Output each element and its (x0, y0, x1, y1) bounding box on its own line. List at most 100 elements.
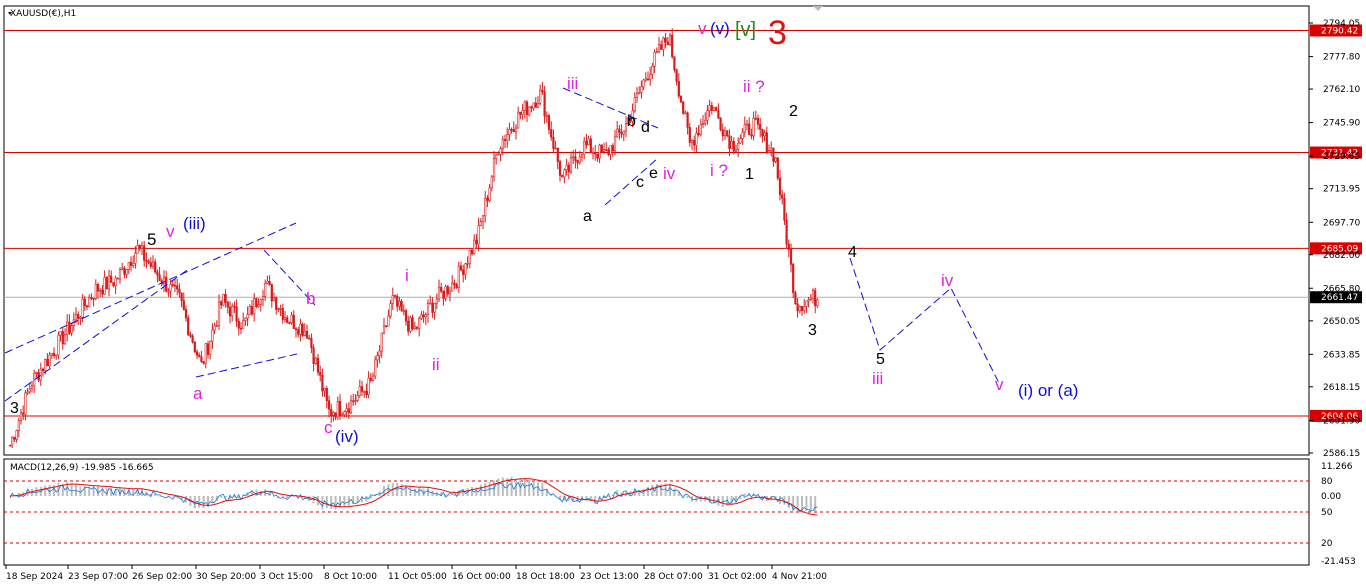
wave-label: iv (941, 271, 954, 290)
candle-body (336, 401, 339, 418)
candle-body (545, 115, 548, 117)
candle-body (662, 37, 665, 50)
price-tick-label: 2682.00 (1323, 251, 1360, 261)
candle-body (121, 267, 124, 270)
candle-body (99, 289, 102, 292)
candle-body (811, 290, 815, 300)
candle-body (50, 352, 53, 356)
candle-body (770, 147, 773, 151)
candle-body (576, 160, 579, 164)
candle-body (116, 277, 119, 280)
candle-body (217, 301, 221, 326)
candle-body (345, 408, 348, 412)
candle-body (162, 276, 166, 285)
candle-body (464, 263, 467, 275)
candle-body (94, 284, 97, 299)
candle-body (105, 277, 108, 290)
candle-body (261, 296, 265, 300)
candle-body (541, 89, 544, 93)
candle-body (429, 302, 432, 305)
candle-body (11, 437, 14, 446)
candle-body (189, 334, 192, 337)
candle-body (468, 249, 471, 264)
candle-body (145, 260, 148, 262)
candle-body (477, 225, 480, 245)
candle-body (283, 317, 287, 320)
candle-body (664, 37, 667, 43)
candle-body (24, 392, 27, 415)
candle-body (530, 106, 533, 109)
wave-label: (v) (710, 19, 730, 38)
candle-body (195, 351, 199, 356)
candle-body (59, 331, 62, 336)
candle-body (224, 294, 227, 303)
candle-body (596, 153, 599, 159)
candle-body (367, 377, 370, 396)
candle-body (635, 93, 639, 98)
candle-body (536, 103, 540, 108)
candle-body (17, 420, 20, 431)
candle-body (279, 307, 282, 310)
candle-body (717, 110, 720, 119)
candle-body (365, 390, 368, 396)
candle-body (673, 56, 676, 71)
price-tick-label: 2762.10 (1323, 85, 1360, 95)
candle-body (622, 130, 625, 135)
candle-body (136, 245, 139, 254)
candle-body (411, 317, 414, 329)
candle-body (580, 154, 584, 158)
candle-body (299, 323, 302, 335)
candle-body (308, 337, 311, 340)
candle-body (431, 302, 434, 313)
candle-body (226, 301, 229, 308)
candle-body (671, 34, 674, 57)
candle-body (561, 175, 564, 178)
candle-body (492, 158, 496, 178)
candle-body (211, 329, 214, 342)
wave-label: (iv) (335, 427, 359, 446)
candle-body (389, 303, 392, 317)
candle-body (158, 274, 161, 282)
chart-svg[interactable]: 2790.422731.422685.092604.062661.47 2794… (0, 0, 1366, 588)
candle-body (748, 123, 751, 136)
candle-body (127, 261, 130, 270)
candle-body (250, 306, 254, 315)
candle-body (149, 262, 152, 267)
candle-body (523, 101, 526, 111)
candle-body (743, 124, 746, 133)
time-tick-label: 8 Oct 10:00 (324, 572, 377, 582)
candle-body (532, 102, 535, 109)
candle-body (57, 334, 60, 356)
candle-body (583, 140, 586, 156)
candle-body (796, 303, 799, 312)
candle-body (396, 295, 399, 307)
candle-body (644, 78, 647, 81)
candle-body (657, 44, 661, 52)
candle-body (605, 149, 608, 151)
candle-body (92, 298, 95, 300)
candle-body (638, 91, 641, 94)
candle-body (486, 197, 489, 201)
wave-label: e (649, 165, 658, 182)
macd-pane[interactable] (3, 458, 1310, 566)
candle-body (565, 164, 568, 171)
wave-label: iii (872, 369, 883, 388)
time-tick-label: 18 Oct 18:00 (516, 572, 575, 582)
candle-body (191, 335, 194, 343)
candle-body (301, 323, 304, 336)
candle-body (453, 282, 456, 286)
candle-body (765, 132, 768, 153)
candle-body (182, 300, 185, 310)
candle-body (679, 95, 683, 103)
candle-body (55, 354, 58, 357)
candle-body (721, 129, 724, 137)
candle-body (767, 150, 771, 153)
candle-body (772, 147, 775, 162)
time-tick-label: 28 Oct 07:00 (644, 572, 703, 582)
candle-body (501, 139, 504, 149)
candle-body (613, 136, 617, 152)
candle-body (693, 140, 696, 146)
candle-body (123, 267, 126, 275)
candle-body (543, 91, 546, 117)
candle-body (752, 117, 755, 137)
